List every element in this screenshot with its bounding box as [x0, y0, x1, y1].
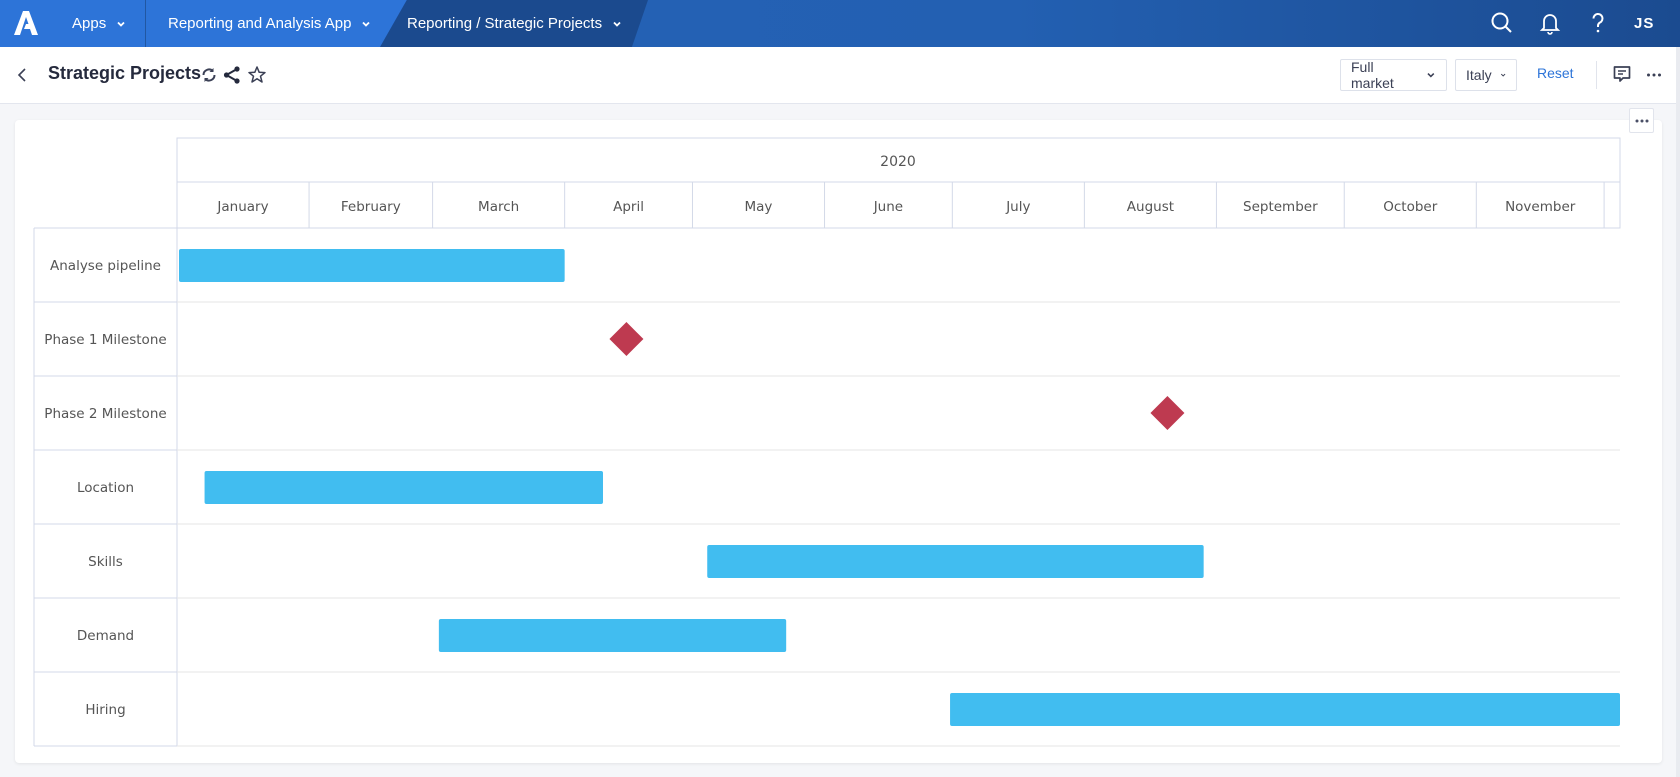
nav-apps-menu[interactable]: Apps [72, 0, 126, 47]
card-more-button[interactable] [1629, 108, 1654, 133]
comment-icon[interactable] [1612, 64, 1632, 84]
nav-page-label: Reporting / Strategic Projects [407, 15, 603, 32]
country-filter-value: Italy [1466, 67, 1492, 83]
page-toolbar: Strategic Projects Full market Italy Res… [0, 47, 1680, 104]
chevron-down-icon [117, 21, 125, 27]
page-title: Strategic Projects [48, 63, 202, 83]
nav-apps-label: Apps [72, 15, 107, 32]
market-filter-dropdown[interactable]: Full market [1340, 59, 1447, 91]
market-filter-value: Full market [1351, 59, 1394, 91]
gantt-card [15, 120, 1662, 763]
star-icon[interactable] [247, 65, 267, 85]
nav-divider [145, 0, 146, 47]
nav-app-label: Reporting and Analysis App [168, 15, 352, 32]
chevron-down-icon [362, 21, 371, 27]
chevron-down-icon [1500, 73, 1506, 77]
more-options-icon[interactable] [1644, 65, 1664, 85]
back-arrow-icon[interactable] [14, 65, 30, 85]
reset-button[interactable]: Reset [1537, 65, 1574, 81]
nav-app-menu[interactable]: Reporting and Analysis App [168, 0, 371, 47]
user-avatar[interactable]: JS [1634, 0, 1654, 47]
bell-icon[interactable] [1537, 10, 1563, 36]
help-icon[interactable] [1585, 10, 1611, 36]
nav-page-menu[interactable]: Reporting / Strategic Projects [407, 0, 622, 47]
search-icon[interactable] [1489, 10, 1515, 36]
chevron-down-icon [613, 21, 621, 27]
chevron-down-icon [1427, 72, 1435, 78]
page-scrollbar[interactable] [1676, 47, 1680, 777]
share-icon[interactable] [222, 65, 242, 85]
toolbar-divider [1596, 61, 1597, 89]
more-options-icon [1635, 119, 1648, 122]
country-filter-dropdown[interactable]: Italy [1455, 59, 1517, 91]
top-navigation-bar: Apps Reporting and Analysis App Reportin… [0, 0, 1680, 47]
app-logo-icon[interactable] [14, 11, 40, 35]
refresh-icon[interactable] [199, 65, 219, 85]
